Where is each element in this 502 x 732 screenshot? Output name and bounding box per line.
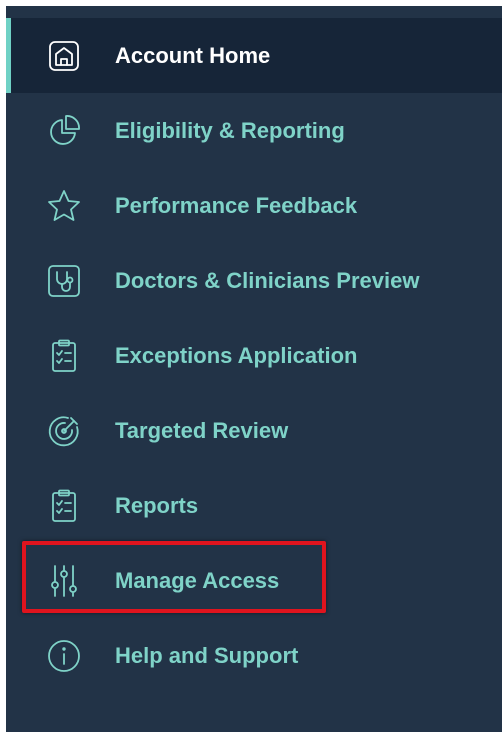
stethoscope-icon: [44, 261, 84, 301]
nav-item-reports[interactable]: Reports: [6, 468, 502, 543]
sidebar-nav: Account Home Eligibility & Reporting Per…: [6, 6, 502, 732]
nav-item-label: Exceptions Application: [115, 342, 358, 368]
nav-item-label: Targeted Review: [115, 417, 289, 443]
home-icon: [44, 36, 84, 76]
info-icon: [44, 636, 84, 676]
nav-item-exceptions-application[interactable]: Exceptions Application: [6, 318, 502, 393]
nav-item-eligibility-reporting[interactable]: Eligibility & Reporting: [6, 93, 502, 168]
nav-item-label: Doctors & Clinicians Preview: [115, 267, 420, 293]
nav-item-targeted-review[interactable]: Targeted Review: [6, 393, 502, 468]
clipboard-icon: [44, 486, 84, 526]
nav-item-label: Manage Access: [115, 567, 280, 593]
nav-item-performance-feedback[interactable]: Performance Feedback: [6, 168, 502, 243]
sliders-icon: [44, 561, 84, 601]
nav-item-doctors-clinicians-preview[interactable]: Doctors & Clinicians Preview: [6, 243, 502, 318]
nav-item-label: Eligibility & Reporting: [115, 117, 345, 143]
nav-item-account-home[interactable]: Account Home: [6, 18, 502, 93]
nav-item-label: Reports: [115, 492, 199, 518]
nav-item-help-support[interactable]: Help and Support: [6, 618, 502, 693]
nav-item-label: Help and Support: [115, 642, 299, 668]
star-icon: [44, 186, 84, 226]
pie-chart-icon: [44, 111, 84, 151]
nav-item-label: Account Home: [115, 42, 271, 68]
nav-item-manage-access[interactable]: Manage Access: [6, 543, 502, 618]
nav-item-label: Performance Feedback: [115, 192, 358, 218]
target-icon: [44, 411, 84, 451]
clipboard-icon: [44, 336, 84, 376]
